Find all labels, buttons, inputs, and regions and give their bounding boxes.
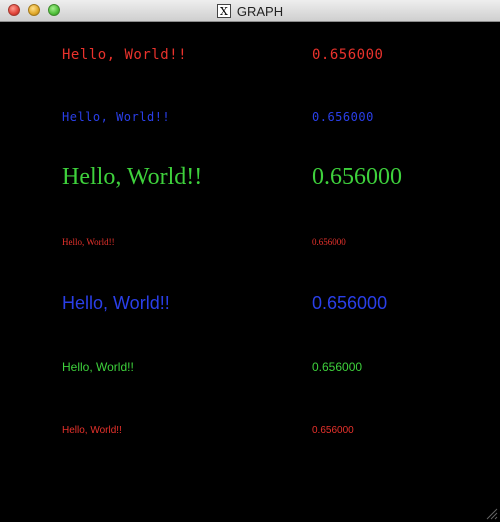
app-window: X GRAPH Hello, World!! 0.656000 Hello, W… xyxy=(0,0,500,522)
value-text-row-4: 0.656000 xyxy=(312,237,346,247)
resize-grip-icon[interactable] xyxy=(486,508,498,520)
value-text-row-6: 0.656000 xyxy=(312,360,363,374)
hello-text-row-5: Hello, World!! xyxy=(62,293,170,313)
value-text-row-1: 0.656000 xyxy=(312,47,384,63)
hello-text-row-2: Hello, World!! xyxy=(62,110,171,124)
value-text-row-7: 0.656000 xyxy=(312,425,354,436)
hello-text-row-3: Hello, World!! xyxy=(62,164,203,190)
hello-text-row-4: Hello, World!! xyxy=(62,237,115,247)
title-bar[interactable]: X GRAPH xyxy=(0,0,500,22)
hello-text-row-1: Hello, World!! xyxy=(62,47,188,63)
value-text-row-5: 0.656000 xyxy=(312,293,388,313)
hello-text-row-7: Hello, World!! xyxy=(62,425,122,436)
value-text-row-2: 0.656000 xyxy=(312,110,374,124)
graphics-canvas: Hello, World!! 0.656000 Hello, World!! 0… xyxy=(0,22,500,522)
window-title: GRAPH xyxy=(236,3,284,19)
value-text-row-3: 0.656000 xyxy=(312,164,402,190)
x11-icon: X xyxy=(216,4,231,18)
hello-text-row-6: Hello, World!! xyxy=(62,360,134,374)
title-group: X GRAPH xyxy=(0,0,500,22)
